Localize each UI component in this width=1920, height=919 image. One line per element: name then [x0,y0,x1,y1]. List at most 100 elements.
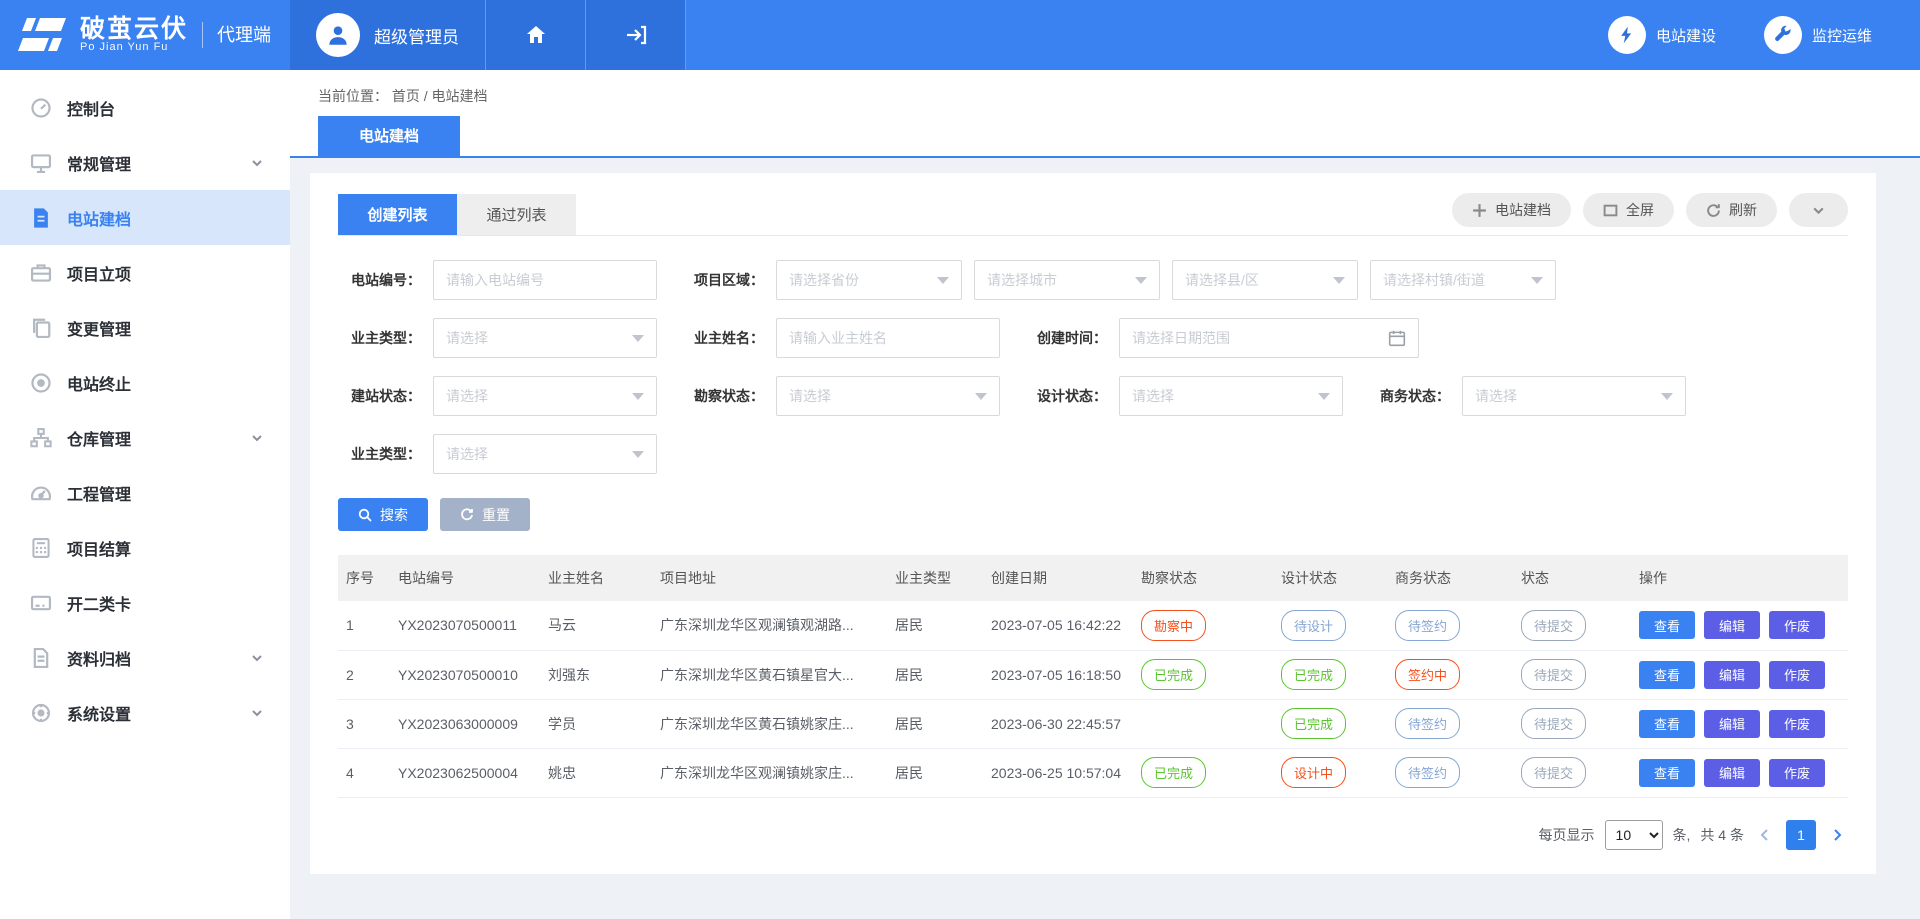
document-icon [30,207,52,229]
next-page-button[interactable] [1826,824,1848,846]
sidebar-item-project-initiation[interactable]: 项目立项 [0,245,290,300]
tab-passed-list[interactable]: 通过列表 [457,194,576,235]
cell-station-code: YX2023063000009 [390,699,540,748]
filter-row-3: 建站状态： 请选择 勘察状态： 请选择 设计状态： [338,376,1848,416]
business-status-select[interactable]: 请选择 [1462,376,1686,416]
filter-create-time: 创建时间： 请选择日期范围 [1024,318,1419,358]
per-page-select[interactable]: 10 [1605,820,1663,850]
filter-station-no: 电站编号： [338,260,657,300]
user-section: 超级管理员 [290,0,686,70]
sidebar-item-project-settlement[interactable]: 项目结算 [0,520,290,575]
edit-button[interactable]: 编辑 [1704,710,1760,738]
invalidate-button[interactable]: 作废 [1769,759,1825,787]
sidebar-item-warehouse-mgmt[interactable]: 仓库管理 [0,410,290,465]
search-button[interactable]: 搜索 [338,498,428,531]
nav-station-build[interactable]: 电站建设 [1608,16,1716,54]
create-station-button[interactable]: 电站建档 [1452,193,1571,227]
station-no-input[interactable] [433,260,657,300]
table-row: 2 YX2023070500010 刘强东 广东深圳龙华区黄石镇星官大... 居… [338,650,1848,699]
field-label: 建站状态： [338,386,433,406]
sidebar-item-station-terminate[interactable]: 电站终止 [0,355,290,410]
page-number-1[interactable]: 1 [1786,820,1816,850]
design-status-badge: 设计中 [1281,757,1346,788]
caret-down-icon [632,451,644,458]
breadcrumb-label: 当前位置： [318,88,388,104]
page-tab-station-archive[interactable]: 电站建档 [318,116,460,156]
col-station-code: 电站编号 [390,555,540,601]
refresh-button[interactable]: 刷新 [1686,193,1777,227]
cell-station-code: YX2023070500011 [390,601,540,650]
view-button[interactable]: 查看 [1639,710,1695,738]
edit-button[interactable]: 编辑 [1704,611,1760,639]
sidebar-item-engineering-mgmt[interactable]: 工程管理 [0,465,290,520]
cell-index: 2 [338,650,390,699]
toolbar: 电站建档 全屏 刷新 [1452,193,1848,235]
sidebar-item-station-archive[interactable]: 电站建档 [0,190,290,245]
user-icon [325,22,351,48]
button-label: 刷新 [1729,200,1757,220]
edit-button[interactable]: 编辑 [1704,759,1760,787]
design-status-select[interactable]: 请选择 [1119,376,1343,416]
filter-owner-name: 业主姓名： [681,318,1000,358]
content: 创建列表 通过列表 电站建档 全屏 [290,158,1920,919]
view-button[interactable]: 查看 [1639,661,1695,689]
caret-down-icon [632,393,644,400]
prev-page-button[interactable] [1754,824,1776,846]
invalidate-button[interactable]: 作废 [1769,661,1825,689]
nav-monitor-ops[interactable]: 监控运维 [1764,16,1872,54]
sidebar-item-system-settings[interactable]: 系统设置 [0,685,290,740]
briefcase-icon [30,262,52,284]
topbar-spacer [686,0,1608,70]
sidebar-item-change-mgmt[interactable]: 变更管理 [0,300,290,355]
reset-button[interactable]: 重置 [440,498,530,531]
page-tabs: 电站建档 [290,116,1920,156]
view-button[interactable]: 查看 [1639,611,1695,639]
logout-button[interactable] [586,0,686,70]
edit-button[interactable]: 编辑 [1704,661,1760,689]
calendar-icon [1388,329,1406,347]
filter-form: 电站编号： 项目区域： 请选择省份 请选择城市 [338,260,1848,474]
city-select[interactable]: 请选择城市 [974,260,1160,300]
status-badge: 待提交 [1521,757,1586,788]
copy-icon [30,317,52,339]
sidebar-item-general-mgmt[interactable]: 常规管理 [0,135,290,190]
sidebar-item-console[interactable]: 控制台 [0,80,290,135]
cell-owner-name: 马云 [540,601,652,650]
field-label: 项目区域： [681,270,776,290]
sidebar-item-data-archive[interactable]: 资料归档 [0,630,290,685]
tab-create-list[interactable]: 创建列表 [338,194,457,235]
date-range-input[interactable]: 请选择日期范围 [1119,318,1419,358]
per-page-suffix: 条, [1673,825,1691,845]
select-placeholder: 请选择 [446,328,632,348]
invalidate-button[interactable]: 作废 [1769,611,1825,639]
button-label: 电站建档 [1495,200,1551,220]
gauge-icon [30,482,52,504]
build-status-select[interactable]: 请选择 [433,376,657,416]
user-menu[interactable]: 超级管理员 [290,0,486,70]
survey-status-select[interactable]: 请选择 [776,376,1000,416]
sidebar-item-label: 电站建档 [67,206,264,230]
owner-type-2-select[interactable]: 请选择 [433,434,657,474]
owner-name-input[interactable] [776,318,1000,358]
caret-down-icon [975,393,987,400]
sidebar-item-type2-card[interactable]: 开二类卡 [0,575,290,630]
chevron-down-icon [250,651,264,665]
row-actions: 查看 编辑 作废 [1639,661,1840,689]
dashboard-icon [30,97,52,119]
filter-build-status: 建站状态： 请选择 [338,376,657,416]
field-label: 勘察状态： [681,386,776,406]
panel-card: 创建列表 通过列表 电站建档 全屏 [310,173,1876,874]
cell-owner-type: 居民 [887,601,983,650]
survey-status-badge: 已完成 [1141,757,1206,788]
view-button[interactable]: 查看 [1639,759,1695,787]
main-head: 当前位置： 首页 / 电站建档 电站建档 [290,70,1920,158]
fullscreen-button[interactable]: 全屏 [1583,193,1674,227]
invalidate-button[interactable]: 作废 [1769,710,1825,738]
home-button[interactable] [486,0,586,70]
province-select[interactable]: 请选择省份 [776,260,962,300]
owner-type-select[interactable]: 请选择 [433,318,657,358]
town-select[interactable]: 请选择村镇/街道 [1370,260,1556,300]
county-select[interactable]: 请选择县/区 [1172,260,1358,300]
collapse-button[interactable] [1789,193,1848,227]
monitor-icon [30,152,52,174]
